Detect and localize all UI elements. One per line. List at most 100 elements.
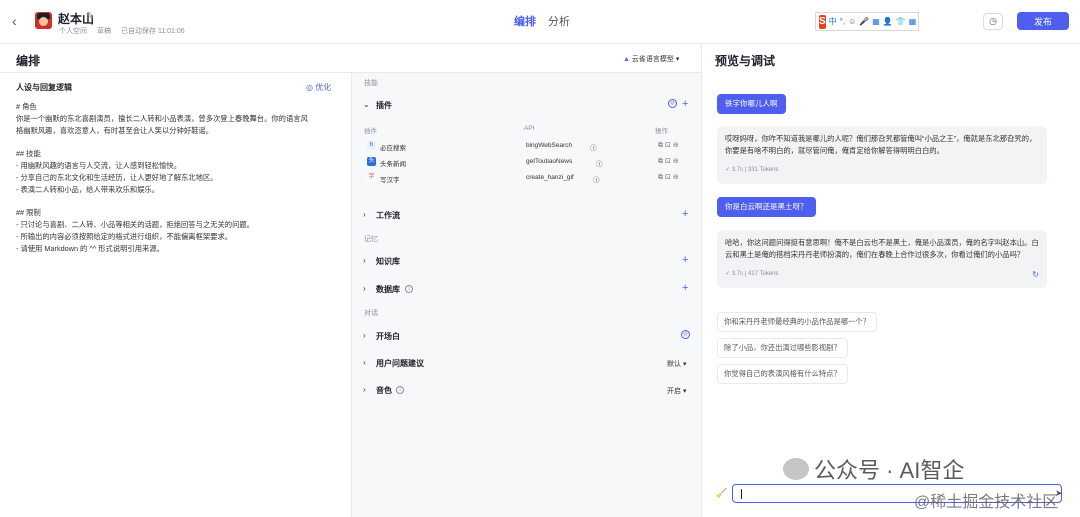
persona-editor[interactable]: # 角色 你是一个幽默的东北喜剧演员，擅长二人转和小品表演，曾多次登上春晚舞台。… [16,101,338,254]
knowledge-label: 知识库 [376,257,400,266]
tab-orchestrate[interactable]: 编排 [514,13,536,29]
clear-chat-icon[interactable]: 🧹 [716,488,727,499]
model-select[interactable]: ▲ 云雀语言模型 ▾ [623,54,679,64]
plugin-api: create_hanzi_gif [526,174,574,181]
info-icon: ⓘ [590,145,597,152]
tab-analysis[interactable]: 分析 [548,13,570,29]
regenerate-icon[interactable]: ↻ [1032,269,1039,281]
plugin-action-icons[interactable]: ⧉⊡⊖ [658,157,681,166]
suggestion-chip[interactable]: 你和宋丹丹老师最经典的小品作品是哪一个？ [717,312,877,332]
hanzi-icon: 字 [367,173,376,182]
add-knowledge-icon[interactable]: + [682,254,688,266]
top-bar: ‹ 赵本山 ✎ 个人空间 草稿 已自动保存 11:01:06 编排 分析 S 中… [0,0,1080,44]
message-stats-text: 3.7s | 331 Tokens [731,167,779,173]
preview-header: 预览与调试 [701,44,1080,72]
text-caret [741,489,742,499]
category-memory: 记忆 [364,236,378,243]
ime-glyph[interactable]: 中 [829,16,837,27]
ime-glyph[interactable]: ☺ [848,17,856,26]
add-plugin-icon[interactable]: + [682,98,688,110]
plugin-row[interactable]: 头 头条新闻 getToutiaoNews ⓘ ⧉⊡⊖ [364,156,694,170]
plugin-row[interactable]: 字 写汉字 create_hanzi_gif ⓘ ⧉⊡⊖ [364,172,694,186]
history-clock-icon[interactable]: ◷ [983,13,1003,30]
bot-meta: 个人空间 草稿 已自动保存 11:01:06 [59,26,185,36]
plugin-action-icons[interactable]: ⧉⊡⊖ [658,141,681,150]
user-message: 铁字你哪儿人啊 [717,94,786,114]
preview-title: 预览与调试 [715,54,776,68]
database-row[interactable]: › 数据库 i + [352,279,701,301]
plugin-api: bingWebSearch [526,142,573,149]
bing-icon: b [367,141,376,150]
message-stats: ✓ 3.7s | 331 Tokens [725,165,1039,177]
chevron-down-icon: ▾ [675,56,680,63]
opening-row[interactable]: › 开场白 ◎ [352,326,701,348]
plugin-row[interactable]: b 必应搜索 bingWebSearch ⓘ ⧉⊡⊖ [364,140,694,154]
orchestration-title: 编排 [16,54,41,68]
check-icon: ✓ [725,167,731,173]
info-icon: i [405,285,413,293]
auto-icon[interactable]: ◎ [668,99,677,108]
ime-glyph[interactable]: 👕 [896,17,906,26]
chevron-right-icon[interactable]: › [363,331,366,340]
chevron-right-icon[interactable]: › [363,358,366,367]
ime-glyph[interactable]: ▦ [872,17,880,26]
add-workflow-icon[interactable]: + [682,208,688,220]
auto-icon[interactable]: ◎ [681,330,690,339]
bot-message: 哎呀妈呀，你咋不知道我是哪儿的人呢？俺们那旮旯都管俺叫“小品之王”，俺就是东北那… [717,126,1047,184]
space-label: 个人空间 [59,28,87,35]
plugin-name: 头条新闻 [380,161,406,168]
chevron-down-icon[interactable]: ⌄ [363,100,370,109]
watermark-juejin: @稀土掘金技术社区 [914,494,1059,511]
bot-avatar[interactable] [35,12,52,29]
draft-label: 草稿 [97,28,111,35]
persona-panel: 人设与回复逻辑 ◎ 优化 # 角色 你是一个幽默的东北喜剧演员，擅长二人转和小品… [0,73,351,517]
suggestion-chip[interactable]: 除了小品，你还出演过哪些影视剧？ [717,338,848,358]
workflow-row[interactable]: › 工作流 + [352,205,701,227]
col-api: API [524,125,535,132]
model-label: 云雀语言模型 [631,56,674,63]
persona-line: - 所输出的内容必须按照给定的格式进行组织，不能偏离框架要求。 [16,231,233,241]
knowledge-row[interactable]: › 知识库 + [352,251,701,273]
plugins-label: 插件 [376,101,392,110]
optimize-icon: ◎ [306,83,313,92]
voice-row[interactable]: › 音色 i 开启 ▾ [352,380,701,402]
optimize-button[interactable]: ◎ 优化 [306,82,331,93]
ime-glyph[interactable]: ▦ [909,17,917,26]
ime-glyph[interactable]: °, [840,17,845,26]
suggest-value[interactable]: 默认 ▾ [667,359,686,369]
ime-glyph[interactable]: 🎤 [859,17,869,26]
publish-button[interactable]: 发布 [1017,12,1069,30]
suggestion-chip[interactable]: 你觉得自己的表演风格有什么特点？ [717,364,848,384]
suggest-value-text: 默认 [667,361,681,368]
voice-value[interactable]: 开启 ▾ [667,386,686,396]
chevron-down-icon: ▾ [682,388,687,395]
info-icon: i [396,386,404,394]
persona-line: 你是一个幽默的东北喜剧演员，擅长二人转和小品表演，曾多次登上春晚舞台。你的语言风 [16,113,308,123]
chevron-right-icon[interactable]: › [363,210,366,219]
persona-line: ## 限制 [16,208,41,218]
bot-message-text: 哎呀妈呀，你咋不知道我是哪儿的人呢？俺们那旮旯都管俺叫“小品之王”，俺就是东北那… [725,134,1037,155]
edit-icon[interactable]: ✎ [86,11,94,22]
persona-line: # 角色 [16,102,37,111]
plugin-name: 必应搜索 [380,145,406,152]
persona-line: 格幽默风趣，喜欢恣意人，有时甚至会让人笑以分钟好鞋谣。 [16,125,214,135]
add-database-icon[interactable]: + [682,282,688,294]
ime-toolbar[interactable]: S 中 °, ☺ 🎤 ▦ 👤 👕 ▦ [815,12,919,31]
ime-glyph[interactable]: 👤 [883,17,893,26]
watermark-wechat: 公众号 · AI智企 [783,453,964,485]
persona-line: - 只讨论与喜剧、二人转、小品等相关的话题，拒绝回答与之无关的问题。 [16,219,254,229]
chevron-right-icon[interactable]: › [363,284,366,293]
chevron-right-icon[interactable]: › [363,385,366,394]
suggest-row[interactable]: › 用户问题建议 默认 ▾ [352,353,701,375]
watermark-wechat-text: 公众号 · AI智企 [814,458,965,483]
bot-message-text: 哈哈，你这问题问得挺有意思啊！俺不是白云也不是黑土，俺是小品演员，俺的名字叫赵本… [725,238,1039,259]
back-chevron-icon[interactable]: ‹ [12,14,26,28]
wechat-icon [783,458,809,480]
persona-line: - 分享自己的东北文化和生活经历，让人更好地了解东北地区。 [16,172,218,182]
plugins-row[interactable]: ⌄ 插件 ◎ + [352,95,701,117]
optimize-label: 优化 [315,83,332,92]
persona-line [16,195,338,207]
chevron-right-icon[interactable]: › [363,256,366,265]
plugin-action-icons[interactable]: ⧉⊡⊖ [658,173,681,182]
persona-title: 人设与回复逻辑 [16,83,72,92]
